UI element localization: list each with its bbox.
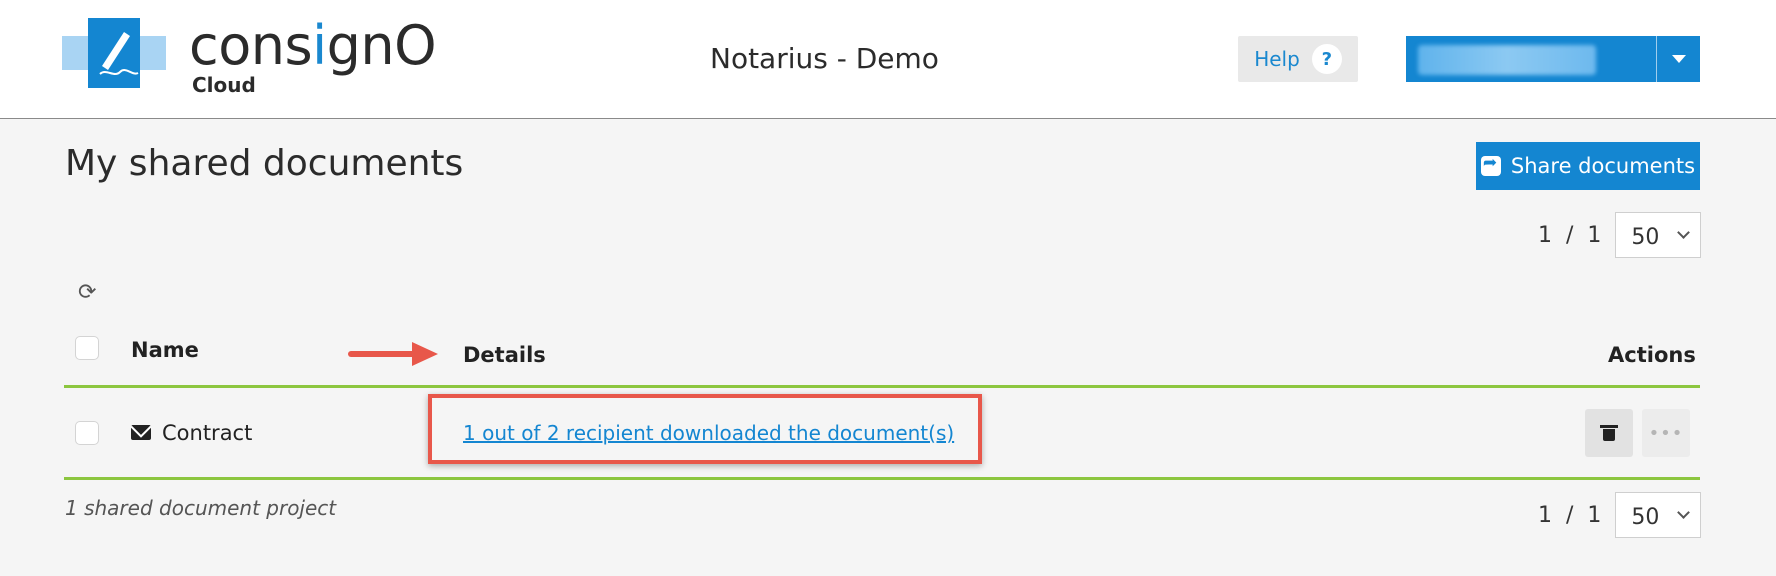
app-header: consignO Cloud Notarius - Demo Help ?	[0, 0, 1776, 119]
app-title: Notarius - Demo	[710, 42, 939, 75]
select-all-checkbox[interactable]	[75, 336, 99, 360]
more-actions-button[interactable]: •••	[1642, 409, 1690, 457]
ellipsis-icon: •••	[1648, 422, 1684, 444]
help-button[interactable]: Help ?	[1238, 36, 1358, 82]
help-label: Help	[1254, 47, 1300, 71]
share-icon	[1480, 153, 1501, 176]
trash-icon	[1600, 425, 1618, 441]
per-page-value: 50	[1631, 225, 1660, 250]
envelope-icon	[131, 425, 151, 440]
share-documents-button[interactable]: Share documents	[1476, 142, 1700, 190]
document-count: 1 shared document project	[65, 496, 337, 520]
chevron-down-icon	[1677, 226, 1691, 239]
user-name-button[interactable]	[1406, 36, 1656, 82]
caret-down-icon	[1671, 55, 1686, 63]
annotation-arrow-icon	[348, 342, 440, 366]
per-page-value: 50	[1631, 505, 1660, 530]
pager-top: 1 / 1 50	[1538, 212, 1702, 258]
user-menu	[1406, 36, 1700, 82]
share-documents-label: Share documents	[1510, 154, 1696, 178]
table-footer-rule	[64, 477, 1700, 480]
per-page-select[interactable]: 50	[1615, 212, 1702, 258]
refresh-icon[interactable]: ⟳	[78, 281, 102, 305]
pager-bottom: 1 / 1 50	[1538, 492, 1702, 538]
column-header-actions: Actions	[1608, 343, 1696, 367]
user-menu-toggle[interactable]	[1656, 36, 1700, 82]
table-header-rule	[64, 385, 1700, 388]
consigno-logo-icon	[62, 18, 166, 88]
row-details-link[interactable]: 1 out of 2 recipient downloaded the docu…	[463, 421, 954, 445]
brand-name: consignO	[189, 14, 437, 77]
help-icon: ?	[1311, 44, 1342, 74]
column-header-details: Details	[463, 343, 546, 367]
row-checkbox[interactable]	[75, 421, 99, 445]
per-page-select[interactable]: 50	[1615, 492, 1702, 538]
redacted-user-name	[1418, 45, 1596, 75]
column-header-name[interactable]: Name	[131, 338, 199, 362]
brand-subtitle: Cloud	[192, 73, 256, 97]
chevron-down-icon	[1677, 506, 1691, 519]
page-indicator: 1 / 1	[1538, 502, 1602, 528]
row-name: Contract	[162, 421, 253, 445]
delete-button[interactable]	[1585, 409, 1633, 457]
page-indicator: 1 / 1	[1538, 222, 1602, 248]
page-title: My shared documents	[65, 143, 464, 184]
